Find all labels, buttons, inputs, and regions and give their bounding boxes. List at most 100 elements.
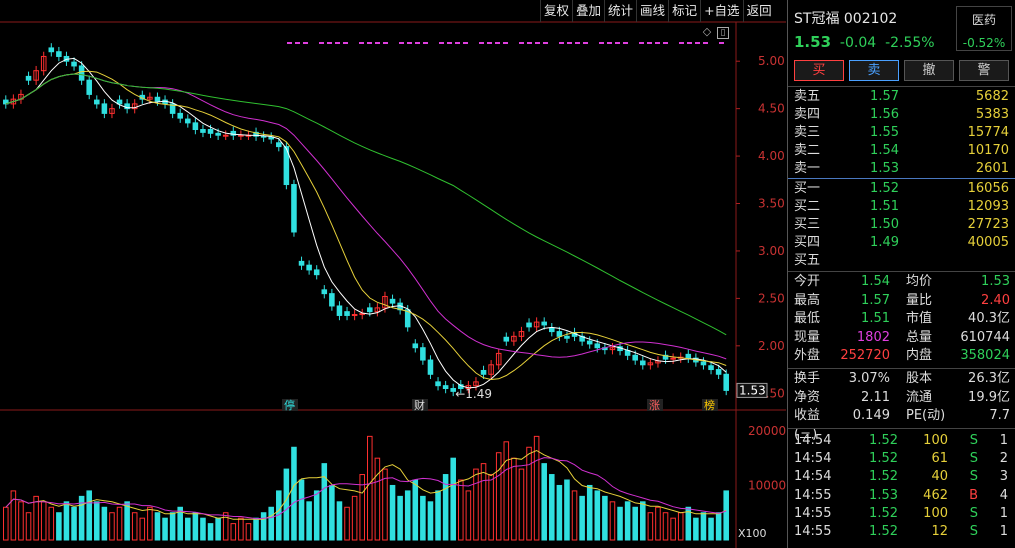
volume-bar [139,517,146,541]
toolbar-back[interactable]: 返回 [742,0,775,22]
industry-box[interactable]: 医药 -0.52% [956,6,1012,51]
diamond-icon[interactable]: ◇ [701,26,713,39]
ask-row[interactable]: 卖一 1.53 2601 [794,160,1009,178]
candle-body [207,129,214,134]
candle-body [329,293,335,307]
bid-price: 1.51 [870,199,899,214]
volume-bar [336,501,343,541]
tick-volume: 100 [923,505,948,521]
event-dot [479,42,484,44]
ask-price: 1.55 [870,125,899,140]
volume-bar [253,517,259,541]
candle-body [503,336,510,342]
volume-bar [200,517,206,541]
current-price-label: 1.53 [739,383,766,397]
kline-chart[interactable]: 5.004.504.003.503.002.502.001.501.53←1.4… [0,0,786,548]
tick-volume: 462 [923,487,948,503]
tick-row: 14:55 1.53 462 B 4 [794,487,1010,505]
candle-body [526,322,532,328]
cancel-order-button[interactable]: 撤 [904,60,954,81]
toolbar-add-watchlist[interactable]: +自选 [700,0,742,22]
candle-body [222,134,229,137]
candle-body [86,79,92,95]
volume-bar [18,501,24,541]
bid-row[interactable]: 买二 1.51 12093 [794,198,1009,216]
volume-bar [564,479,570,541]
kline-chart-pane[interactable]: 5.00 4.50 4.00 3.50 3.00 2.50 2.00 1.50 1.53 ←1.4… [0,0,786,548]
tick-count: 1 [999,505,1008,521]
candle-body [723,373,729,391]
toolbar-mark[interactable]: 标记 [668,0,700,22]
event-dot [343,42,348,44]
event-dot [287,42,292,44]
volume-bar [473,468,479,541]
event-dot [583,42,588,44]
bid-book: 买一 1.52 16056 买二 1.51 12093 买三 1.50 27723 买四 1.49 4… [794,180,1009,270]
bid-volume: 27723 [967,217,1009,232]
toolbar-restore-rights[interactable]: 复权 [540,0,572,22]
ask-row[interactable]: 卖五 1.57 5682 [794,88,1009,106]
candle-body [94,99,100,105]
event-dot [679,42,684,44]
sell-button[interactable]: 卖 [849,60,899,81]
volume-bar [25,512,32,541]
ask-volume: 5682 [975,89,1009,104]
stat-row: 现量 1802 总量 610744 [794,329,1010,348]
event-marker: 停 [284,398,295,412]
volume-tick-label: 10000 [748,478,786,492]
tick-count: 2 [999,451,1008,467]
event-dot [719,42,724,44]
volume-bar [609,501,616,541]
volume-bar [321,463,328,541]
event-dot [535,42,540,44]
candle-body [640,360,646,366]
bid-label: 买五 [794,253,821,268]
toolbar-draw-line[interactable]: 画线 [636,0,668,22]
event-dot [663,42,668,44]
volume-bar [33,495,39,541]
ask-row[interactable]: 卖三 1.55 15774 [794,124,1009,142]
bid-volume: 40005 [967,235,1009,250]
bid-row[interactable]: 买三 1.50 27723 [794,216,1009,234]
event-dot [367,42,372,44]
ask-row[interactable]: 卖四 1.56 5383 [794,106,1009,124]
candle-body [670,357,676,360]
stat-label: 换手 [794,371,821,386]
price-change-pct: -2.55% [885,35,935,51]
event-dot [519,42,524,44]
volume-unit-label: X100 [738,527,767,540]
stat-label: 现量 [794,329,821,345]
candle-body [25,75,32,81]
stat-value: 1.57 [861,292,890,308]
bid-row[interactable]: 买四 1.49 40005 [794,234,1009,252]
bid-row[interactable]: 买五 [794,252,1009,270]
tick-price: 1.52 [869,523,898,539]
bid-row[interactable]: 买一 1.52 16056 [794,180,1009,198]
quote-panel: ST冠福 002102 医药 -0.52% 1.53 -0.04 -2.55% … [787,0,1015,548]
bid-price: 1.52 [870,181,899,196]
candle-body [624,350,631,356]
alert-button[interactable]: 警 [959,60,1009,81]
toolbar-statistics[interactable]: 统计 [604,0,636,22]
volume-bar [662,512,669,541]
event-dot [327,42,332,44]
toolbar-overlay[interactable]: 叠加 [572,0,604,22]
volume-bar [329,484,335,541]
ask-price: 1.56 [870,107,899,122]
candle-body [200,129,206,133]
ask-row[interactable]: 卖二 1.54 10170 [794,142,1009,160]
buy-button[interactable]: 买 [794,60,844,81]
bid-label: 买四 [794,235,821,250]
volume-bar [488,474,494,541]
panel-toggle-icon[interactable]: ▯ [717,27,729,39]
event-dot [655,42,660,44]
tick-time: 14:54 [794,469,832,485]
tick-count: 1 [999,433,1008,448]
price-line: 1.53 -0.04 -2.55% [794,33,935,51]
volume-bar [511,457,517,541]
volume-bar [374,457,381,541]
divider [788,178,1015,179]
volume-bar [116,506,123,541]
current-price: 1.53 [794,33,832,51]
event-dot [455,42,460,44]
